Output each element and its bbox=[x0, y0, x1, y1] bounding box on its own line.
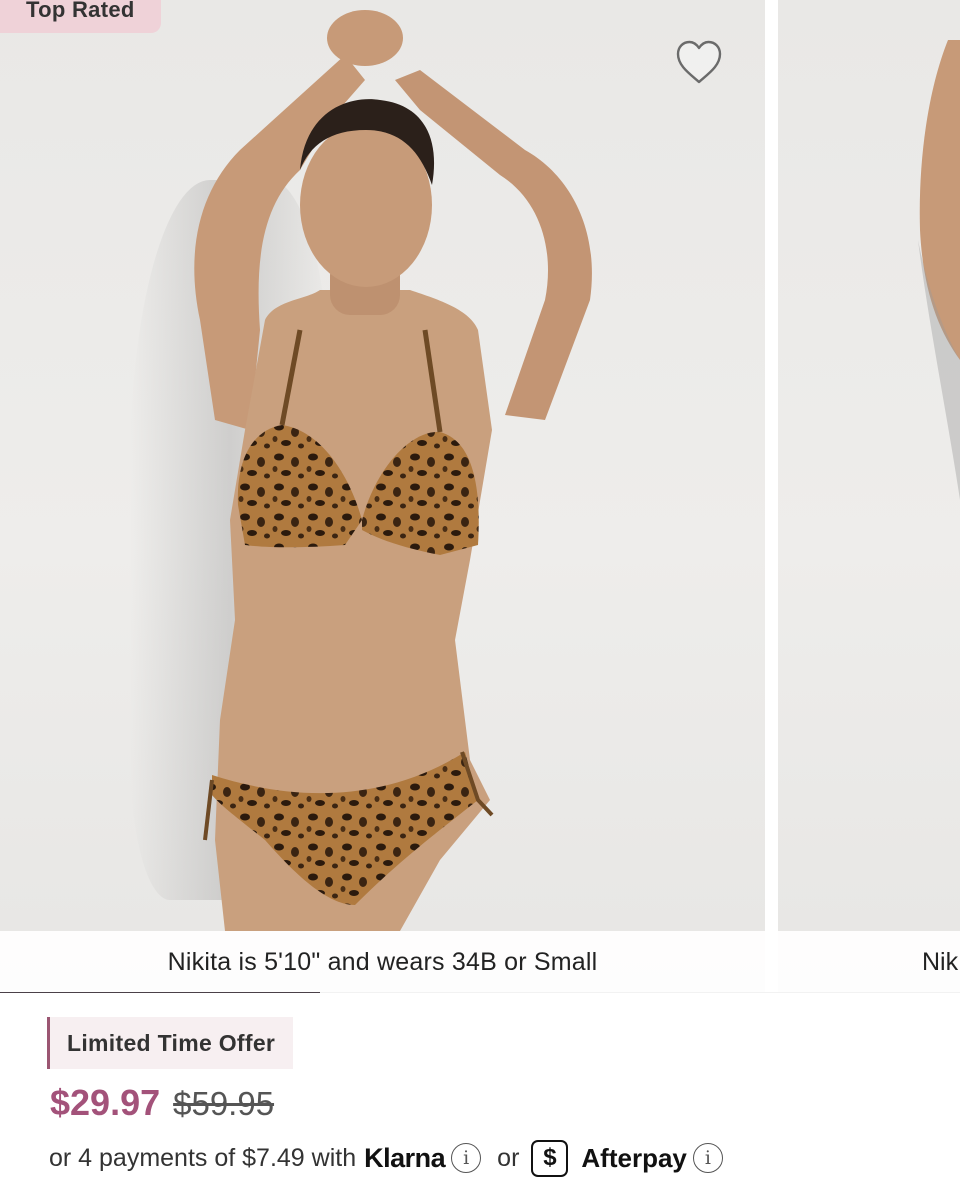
afterpay-info-icon[interactable]: i bbox=[692, 1143, 723, 1173]
limited-offer-tag: Limited Time Offer bbox=[47, 1017, 294, 1069]
heart-icon[interactable] bbox=[672, 36, 726, 88]
carousel-progress bbox=[0, 992, 960, 993]
installment-row: or 4 payments of $7.49 with Klarna i or … bbox=[49, 1136, 723, 1180]
or-text: or bbox=[497, 1143, 520, 1172]
top-rated-badge: Top Rated bbox=[0, 0, 161, 33]
next-caption-text: Nik bbox=[922, 947, 959, 976]
model-photo bbox=[194, 10, 592, 931]
model-photo-next bbox=[918, 40, 960, 500]
original-price: $59.95 bbox=[173, 1085, 275, 1122]
klarna-info-icon[interactable]: i bbox=[451, 1143, 482, 1173]
price-row: $29.97 $59.95 bbox=[50, 1082, 274, 1126]
sale-price: $29.97 bbox=[50, 1082, 161, 1123]
afterpay-icon: $ bbox=[531, 1139, 569, 1177]
klarna-logo[interactable]: Klarna bbox=[364, 1143, 446, 1174]
next-model-caption: Nik bbox=[778, 931, 960, 993]
caption-text: Nikita is 5'10" and wears 34B or Small bbox=[167, 947, 598, 976]
offer-label: Limited Time Offer bbox=[67, 1029, 276, 1056]
image-carousel[interactable]: Top Rated Nikita is 5'10" and wears 34B … bbox=[0, 0, 960, 993]
model-size-caption: Nikita is 5'10" and wears 34B or Small bbox=[0, 931, 765, 993]
product-image[interactable]: Top Rated Nikita is 5'10" and wears 34B … bbox=[0, 0, 765, 993]
afterpay-logo[interactable]: Afterpay bbox=[581, 1143, 686, 1174]
product-image-next[interactable] bbox=[778, 0, 960, 993]
carousel-progress-fill bbox=[0, 992, 320, 993]
installment-text: or 4 payments of $7.49 with bbox=[49, 1143, 357, 1172]
badge-label: Top Rated bbox=[26, 0, 135, 22]
